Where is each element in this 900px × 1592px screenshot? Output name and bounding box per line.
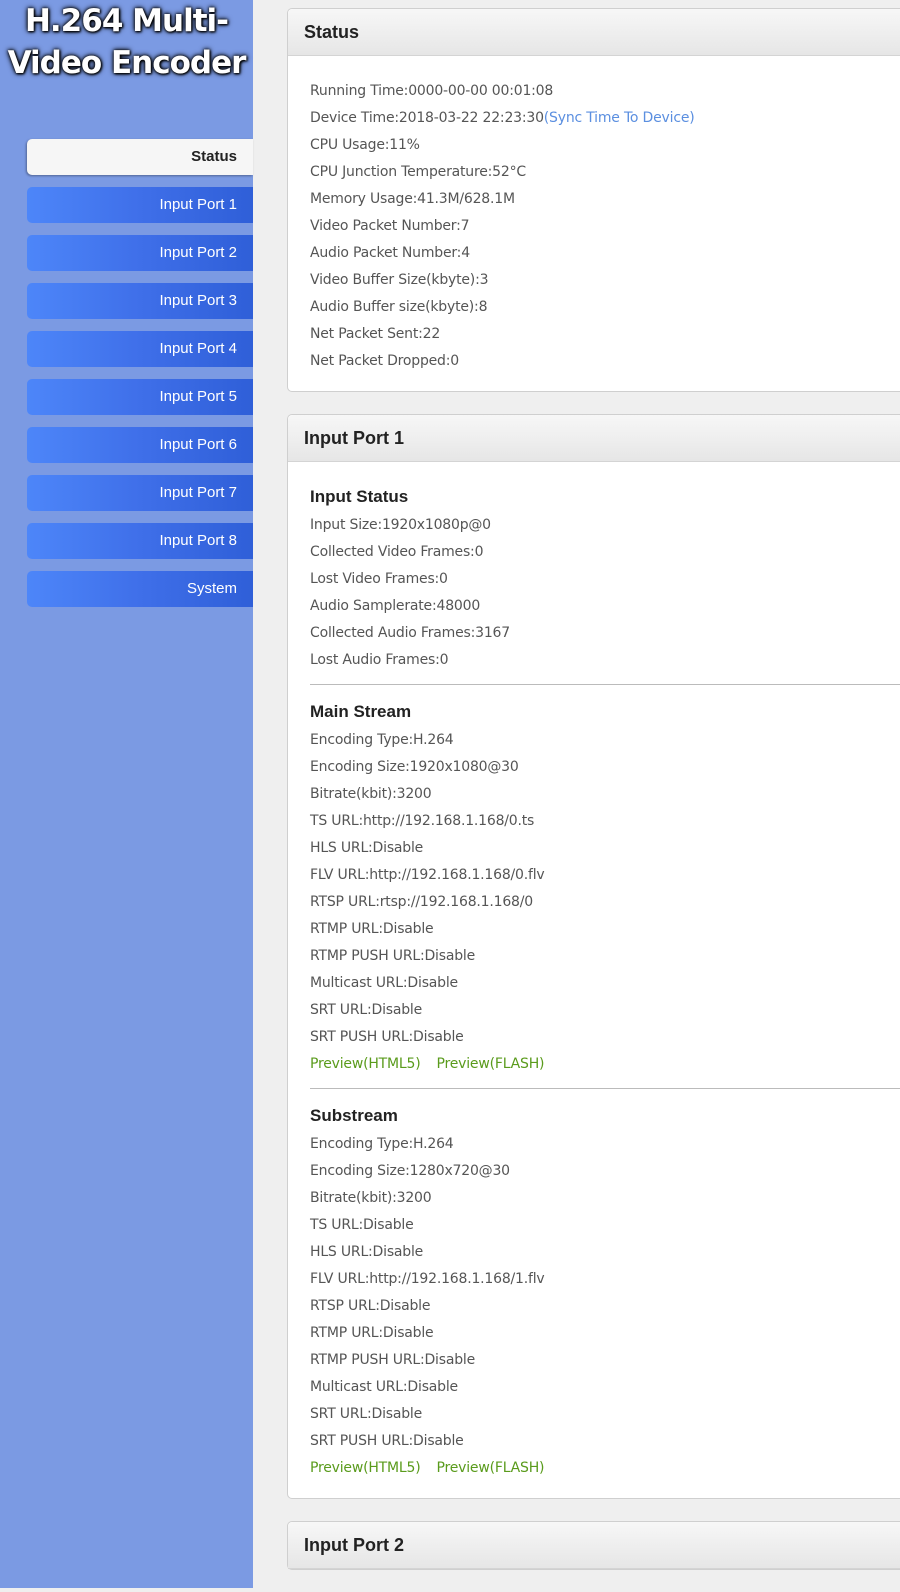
substream-row: HLS URL:Disable: [310, 1244, 424, 1260]
input-status-heading: Input Status: [310, 487, 409, 506]
cpu-temperature: CPU Junction Temperature:52°C: [310, 164, 526, 180]
main-preview-html5-link[interactable]: Preview(HTML5): [310, 1056, 421, 1072]
input-status-row: Collected Video Frames:0: [310, 544, 484, 560]
device-time-row: Device Time:2018-03-22 22:23:30(Sync Tim…: [310, 105, 900, 132]
main-stream-heading: Main Stream: [310, 702, 412, 721]
nav-item-system[interactable]: System: [27, 571, 253, 607]
sub-preview-html5-link[interactable]: Preview(HTML5): [310, 1460, 421, 1476]
input-port-2-title: Input Port 2: [288, 1522, 900, 1569]
main-stream-row: RTSP URL:rtsp://192.168.1.168/0: [310, 894, 533, 910]
input-port-2-panel: Input Port 2: [287, 1521, 900, 1570]
main-stream-row: Encoding Size:1920x1080@30: [310, 759, 519, 775]
substream-row: Encoding Size:1280x720@30: [310, 1163, 510, 1179]
main-preview-flash-link[interactable]: Preview(FLASH): [437, 1056, 545, 1072]
substream-row: RTMP PUSH URL:Disable: [310, 1352, 476, 1368]
substream-row: Encoding Type:H.264: [310, 1136, 454, 1152]
main-stream-row: HLS URL:Disable: [310, 840, 424, 856]
status-panel: Status Running Time:0000-00-00 00:01:08 …: [287, 8, 900, 392]
input-port-1-panel: Input Port 1 Input Status Input Size:192…: [287, 414, 900, 1499]
section-divider: [310, 684, 900, 685]
input-status-row: Collected Audio Frames:3167: [310, 625, 510, 641]
memory-usage: Memory Usage:41.3M/628.1M: [310, 191, 515, 207]
logo-line-2: Video Encoder: [7, 45, 247, 81]
main-content: Status Running Time:0000-00-00 00:01:08 …: [287, 8, 900, 1592]
nav-item-input-port-2[interactable]: Input Port 2: [27, 235, 253, 271]
nav-item-input-port-7[interactable]: Input Port 7: [27, 475, 253, 511]
main-stream-row: RTMP URL:Disable: [310, 921, 434, 937]
substream-row: TS URL:Disable: [310, 1217, 414, 1233]
main-stream-row: SRT URL:Disable: [310, 1002, 423, 1018]
main-stream-row: RTMP PUSH URL:Disable: [310, 948, 476, 964]
nav-item-input-port-8[interactable]: Input Port 8: [27, 523, 253, 559]
input-status-row: Audio Samplerate:48000: [310, 598, 481, 614]
substream-row: Bitrate(kbit):3200: [310, 1190, 432, 1206]
input-status-row: Input Size:1920x1080p@0: [310, 517, 491, 533]
status-panel-title: Status: [288, 9, 900, 56]
substream-row: FLV URL:http://192.168.1.168/1.flv: [310, 1271, 545, 1287]
sub-preview-flash-link[interactable]: Preview(FLASH): [437, 1460, 545, 1476]
substream-row: SRT URL:Disable: [310, 1406, 423, 1422]
input-status-row: Lost Video Frames:0: [310, 571, 448, 587]
main-stream-row: Multicast URL:Disable: [310, 975, 458, 991]
net-packet-dropped: Net Packet Dropped:0: [310, 353, 459, 369]
section-divider: [310, 1088, 900, 1089]
main-stream-row: TS URL:http://192.168.1.168/0.ts: [310, 813, 535, 829]
nav-item-status[interactable]: Status: [27, 139, 253, 175]
input-port-1-title: Input Port 1: [288, 415, 900, 462]
video-packet-number: Video Packet Number:7: [310, 218, 470, 234]
substream-row: SRT PUSH URL:Disable: [310, 1433, 464, 1449]
device-time: Device Time:2018-03-22 22:23:30: [310, 110, 544, 126]
cpu-usage: CPU Usage:11%: [310, 137, 420, 153]
main-stream-preview-links: Preview(HTML5) Preview(FLASH): [310, 1051, 900, 1078]
nav-item-input-port-1[interactable]: Input Port 1: [27, 187, 253, 223]
main-stream-row: SRT PUSH URL:Disable: [310, 1029, 464, 1045]
sidebar-nav: Status Input Port 1 Input Port 2 Input P…: [27, 139, 253, 619]
video-buffer-size: Video Buffer Size(kbyte):3: [310, 272, 489, 288]
main-stream-row: FLV URL:http://192.168.1.168/0.flv: [310, 867, 545, 883]
sync-time-link[interactable]: (Sync Time To Device): [544, 110, 695, 126]
input-port-1-body: Input Status Input Size:1920x1080p@0 Col…: [288, 462, 900, 1498]
substream-heading: Substream: [310, 1106, 398, 1125]
nav-item-input-port-5[interactable]: Input Port 5: [27, 379, 253, 415]
substream-row: RTMP URL:Disable: [310, 1325, 434, 1341]
audio-buffer-size: Audio Buffer size(kbyte):8: [310, 299, 488, 315]
nav-item-input-port-6[interactable]: Input Port 6: [27, 427, 253, 463]
main-stream-row: Encoding Type:H.264: [310, 732, 454, 748]
status-panel-body: Running Time:0000-00-00 00:01:08 Device …: [288, 56, 900, 391]
audio-packet-number: Audio Packet Number:4: [310, 245, 470, 261]
substream-preview-links: Preview(HTML5) Preview(FLASH): [310, 1455, 900, 1482]
nav-item-input-port-3[interactable]: Input Port 3: [27, 283, 253, 319]
input-status-row: Lost Audio Frames:0: [310, 652, 449, 668]
running-time: Running Time:0000-00-00 00:01:08: [310, 83, 554, 99]
logo-line-1: H.264 Multi-: [24, 3, 229, 39]
substream-row: RTSP URL:Disable: [310, 1298, 431, 1314]
main-stream-row: Bitrate(kbit):3200: [310, 786, 432, 802]
substream-row: Multicast URL:Disable: [310, 1379, 458, 1395]
nav-item-input-port-4[interactable]: Input Port 4: [27, 331, 253, 367]
sidebar: H.264 Multi- Video Encoder Status Input …: [0, 0, 253, 1588]
net-packet-sent: Net Packet Sent:22: [310, 326, 441, 342]
